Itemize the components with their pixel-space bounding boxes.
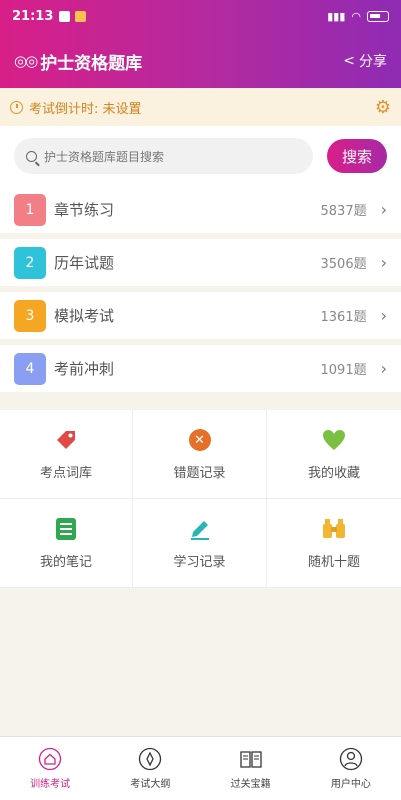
chevron-right-icon: › xyxy=(380,306,387,325)
tab-study-guide[interactable]: 过关宝籍 xyxy=(201,737,301,800)
circle-x-icon: ✕ xyxy=(187,427,213,453)
bottom-tab-bar: 训练考试 考试大纲 过关宝籍 用户中心 xyxy=(0,736,401,800)
wifi-icon: ◠ xyxy=(351,9,361,23)
tools-grid: 考点词库 ✕ 错题记录 我的收藏 我的笔记 学习记录 随机十题 xyxy=(0,410,401,588)
tag-icon xyxy=(53,427,79,453)
category-number-badge: 3 xyxy=(14,299,46,332)
search-row: 护士资格题库题目搜索 搜索 xyxy=(0,126,401,186)
search-icon xyxy=(26,150,37,162)
category-count: 1091题 xyxy=(320,363,367,378)
tool-label: 我的收藏 xyxy=(307,466,360,481)
tool-label: 考点词库 xyxy=(39,466,92,481)
category-mock-exam[interactable]: 3 模拟考试 1361题 › xyxy=(0,292,401,339)
tab-label: 训练考试 xyxy=(30,779,71,790)
category-number-badge: 1 xyxy=(14,193,46,226)
battery-icon xyxy=(367,10,389,22)
category-past-exams[interactable]: 2 历年试题 3506题 › xyxy=(0,239,401,286)
tool-label: 学习记录 xyxy=(173,555,226,570)
tool-my-notes[interactable]: 我的笔记 xyxy=(0,499,133,588)
tool-keyword-library[interactable]: 考点词库 xyxy=(0,410,133,499)
share-label: 分享 xyxy=(359,54,387,70)
category-name: 历年试题 xyxy=(54,254,115,272)
search-input[interactable]: 护士资格题库题目搜索 xyxy=(14,138,313,174)
search-placeholder: 护士资格题库题目搜索 xyxy=(44,149,165,164)
tab-label: 用户中心 xyxy=(330,779,371,790)
tab-user-center[interactable]: 用户中心 xyxy=(301,737,401,800)
book-icon xyxy=(239,747,263,771)
share-button[interactable]: < 分享 xyxy=(343,51,387,71)
app-bar: ◎◎ 护士资格题库 < 分享 xyxy=(0,44,401,78)
tool-label: 错题记录 xyxy=(173,466,226,481)
countdown-label: 考试倒计时: 未设置 xyxy=(29,101,142,117)
note-icon xyxy=(53,516,79,542)
gear-icon[interactable]: ⚙ xyxy=(375,97,391,118)
tool-wrong-answers[interactable]: ✕ 错题记录 xyxy=(133,410,267,499)
tool-label: 随机十题 xyxy=(307,555,360,570)
app-notification-icon xyxy=(75,10,87,22)
pencil-icon xyxy=(187,516,213,542)
clock-icon xyxy=(10,100,23,114)
category-chapter-practice[interactable]: 1 章节练习 5837题 › xyxy=(0,186,401,233)
category-name: 考前冲刺 xyxy=(54,360,115,378)
category-count: 5837题 xyxy=(320,204,367,219)
compass-icon xyxy=(138,747,162,771)
tab-label: 过关宝籍 xyxy=(230,779,271,790)
category-number-badge: 2 xyxy=(14,246,46,279)
chevron-right-icon: › xyxy=(380,200,387,219)
share-icon: < xyxy=(343,53,355,69)
status-bar: 21:13 ▮▮▮ ◠ xyxy=(0,0,401,32)
home-icon xyxy=(38,747,62,771)
user-icon xyxy=(339,747,363,771)
app-header: 21:13 ▮▮▮ ◠ ◎◎ 护士资格题库 < 分享 xyxy=(0,0,401,88)
page-title-text: 护士资格题库 xyxy=(40,53,143,74)
chevron-right-icon: › xyxy=(380,359,387,378)
heart-icon xyxy=(321,427,347,453)
status-indicators: ▮▮▮ ◠ xyxy=(327,10,389,23)
category-number-badge: 4 xyxy=(14,352,46,385)
grid-icon: ◎◎ xyxy=(14,52,38,70)
exam-countdown-bar[interactable]: 考试倒计时: 未设置 ⚙ xyxy=(0,88,401,126)
category-final-sprint[interactable]: 4 考前冲刺 1091题 › xyxy=(0,345,401,392)
category-count: 1361题 xyxy=(320,310,367,325)
binoculars-icon xyxy=(321,516,347,542)
category-list: 1 章节练习 5837题 › 2 历年试题 3506题 › 3 模拟考试 136… xyxy=(0,186,401,398)
page-title: ◎◎ 护士资格题库 xyxy=(14,49,142,74)
tab-exam-syllabus[interactable]: 考试大纲 xyxy=(100,737,200,800)
notification-icon xyxy=(59,10,71,22)
tool-favorites[interactable]: 我的收藏 xyxy=(267,410,401,499)
category-name: 模拟考试 xyxy=(54,307,115,325)
status-time: 21:13 xyxy=(12,8,54,24)
chevron-right-icon: › xyxy=(380,253,387,272)
tab-training-exam[interactable]: 训练考试 xyxy=(0,737,100,800)
signal-icon: ▮▮▮ xyxy=(327,9,346,23)
category-name: 章节练习 xyxy=(54,201,115,219)
tool-label: 我的笔记 xyxy=(39,555,92,570)
tab-label: 考试大纲 xyxy=(130,779,171,790)
search-button[interactable]: 搜索 xyxy=(327,139,387,173)
category-count: 3506题 xyxy=(320,257,367,272)
tool-study-history[interactable]: 学习记录 xyxy=(133,499,267,588)
tool-random-ten[interactable]: 随机十题 xyxy=(267,499,401,588)
